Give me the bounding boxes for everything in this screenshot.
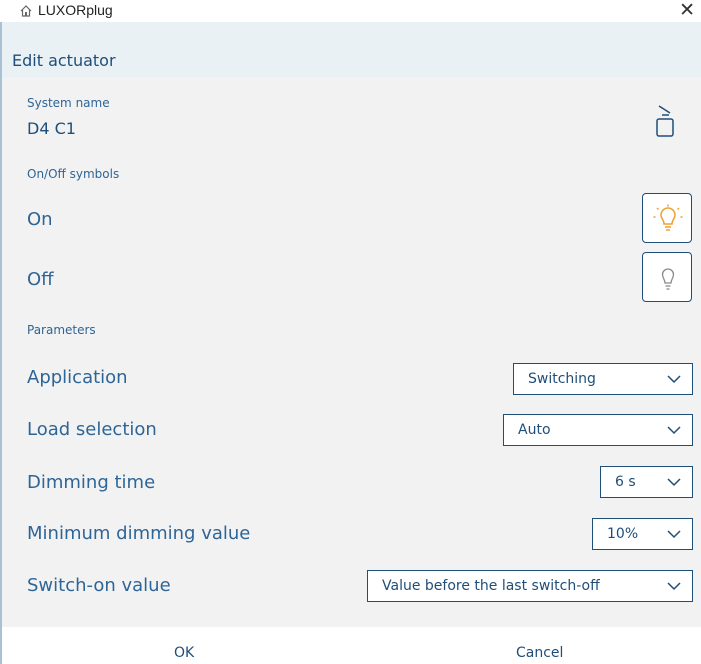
dimming-time-label: Dimming time: [27, 472, 156, 493]
min-dimming-label: Minimum dimming value: [27, 523, 251, 544]
chevron-down-icon: [667, 375, 681, 384]
close-icon[interactable]: ✕: [679, 0, 695, 21]
load-selection-select[interactable]: Auto: [503, 414, 693, 446]
dialog-footer: OK Cancel: [0, 627, 701, 664]
dimming-time-select[interactable]: 6 s: [600, 466, 693, 498]
symbols-label: On/Off symbols: [27, 167, 120, 181]
bulb-on-icon: [653, 204, 683, 231]
application-value: Switching: [528, 371, 596, 387]
dialog-title: Edit actuator: [12, 51, 116, 70]
window-title: LUXORplug: [38, 2, 113, 18]
system-name-value: D4 C1: [27, 119, 76, 138]
switch-on-select[interactable]: Value before the last switch-off: [367, 570, 693, 602]
min-dimming-select[interactable]: 10%: [592, 518, 693, 550]
symbol-off-label: Off: [27, 269, 54, 290]
parameters-label: Parameters: [27, 323, 96, 337]
switch-on-value: Value before the last switch-off: [382, 578, 600, 594]
chevron-down-icon: [667, 582, 681, 591]
chevron-down-icon: [667, 426, 681, 435]
settings-panel: System name D4 C1 On/Off symbols On Off …: [0, 77, 701, 627]
system-name-label: System name: [27, 96, 110, 110]
load-selection-value: Auto: [518, 422, 551, 438]
actuator-device-icon: [656, 105, 674, 137]
chevron-down-icon: [667, 478, 681, 487]
application-select[interactable]: Switching: [513, 363, 693, 395]
dimming-time-value: 6 s: [615, 474, 636, 490]
off-symbol-button[interactable]: [642, 252, 692, 302]
load-selection-label: Load selection: [27, 419, 157, 440]
symbol-on-label: On: [27, 209, 53, 230]
bulb-off-icon: [661, 268, 675, 290]
window-titlebar: LUXORplug ✕: [0, 0, 701, 22]
ok-button[interactable]: OK: [174, 645, 194, 661]
chevron-down-icon: [667, 530, 681, 539]
cancel-button[interactable]: Cancel: [516, 645, 563, 661]
dialog-header: Edit actuator: [0, 22, 701, 77]
house-plug-icon: [20, 5, 32, 17]
application-label: Application: [27, 367, 128, 388]
switch-on-label: Switch-on value: [27, 575, 171, 596]
min-dimming-value: 10%: [607, 526, 639, 542]
on-symbol-button[interactable]: [642, 193, 692, 243]
